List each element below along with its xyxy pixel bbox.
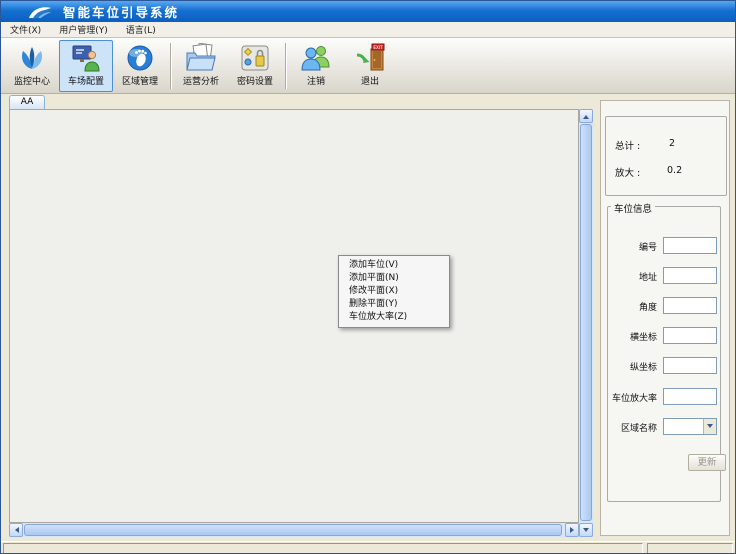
toolbar-button-logout[interactable]: 注销 <box>289 40 343 92</box>
scroll-down-button[interactable] <box>579 523 593 537</box>
toolbar-button-exit[interactable]: EXIT 退出 <box>343 40 397 92</box>
map-canvas[interactable] <box>9 109 579 523</box>
toolbar-button-label: 密码设置 <box>237 74 273 87</box>
up-arrow-icon <box>583 112 589 119</box>
stall-info-title: 车位信息 <box>611 201 655 215</box>
menu-language[interactable]: 语言(L) <box>117 22 165 37</box>
exit-icon: EXIT <box>354 43 386 73</box>
x-coordinate-input[interactable] <box>663 327 717 344</box>
svg-text:EXIT: EXIT <box>373 44 383 49</box>
total-value: 2 <box>669 138 675 149</box>
address-label: 地址 <box>607 270 657 283</box>
address-input[interactable] <box>663 267 717 284</box>
menu-file[interactable]: 文件(X) <box>1 22 50 37</box>
context-item-add-plane[interactable]: 添加平面(N) <box>339 272 449 285</box>
toolbar-button-label: 区域管理 <box>122 74 158 87</box>
y-coordinate-input[interactable] <box>663 357 717 374</box>
toolbar-button-parking-config[interactable]: 车场配置 <box>59 40 113 92</box>
angle-label: 角度 <box>607 300 657 313</box>
total-label: 总计 : <box>615 138 640 152</box>
status-cell-right <box>647 543 733 554</box>
app-logo-icon <box>27 4 53 20</box>
area-name-label: 区域名称 <box>607 421 657 434</box>
parking-config-icon <box>70 43 102 73</box>
toolbar-button-label: 运营分析 <box>183 74 219 87</box>
toolbar-button-label: 退出 <box>361 74 379 87</box>
monitor-center-icon <box>16 43 48 73</box>
zoom-label: 放大 : <box>615 165 640 179</box>
zoom-value: 0.2 <box>667 165 682 176</box>
toolbar-button-label: 车场配置 <box>68 74 104 87</box>
left-arrow-icon <box>12 527 19 533</box>
tab-strip: AA <box>1 94 593 109</box>
menu-bar: 文件(X)用户管理(Y)语言(L) <box>1 22 735 38</box>
menu-user-management[interactable]: 用户管理(Y) <box>50 22 117 37</box>
status-bar <box>1 541 736 554</box>
toolbar-button-label: 注销 <box>307 74 325 87</box>
context-item-stall-zoom[interactable]: 车位放大率(Z) <box>339 311 449 324</box>
stall-zoom-input[interactable] <box>663 388 717 405</box>
right-arrow-icon <box>570 527 577 533</box>
properties-panel: 总计 : 2 放大 : 0.2 车位信息 编号地址角度横坐标纵坐标车位放大率区域… <box>593 94 736 541</box>
dropdown-arrow-icon <box>703 419 716 434</box>
toolbar-button-password-settings[interactable]: 密码设置 <box>228 40 282 92</box>
update-button[interactable]: 更新 <box>688 454 726 471</box>
scroll-right-button[interactable] <box>565 523 579 537</box>
y-coordinate-label: 纵坐标 <box>607 360 657 373</box>
vertical-scroll-thumb[interactable] <box>580 124 592 521</box>
toolbar-button-operation-analysis[interactable]: 运营分析 <box>174 40 228 92</box>
context-menu: 添加车位(V)添加平面(N)修改平面(X)删除平面(Y)车位放大率(Z) <box>338 255 450 328</box>
area-manage-icon <box>124 43 156 73</box>
app-window: 智能车位引导系统 文件(X)用户管理(Y)语言(L) 监控中心 车场配置 区域管理 运… <box>0 0 736 554</box>
logout-icon <box>300 43 332 73</box>
toolbar-separator <box>170 43 171 89</box>
operation-analysis-icon <box>185 43 217 73</box>
horizontal-scrollbar[interactable] <box>9 523 579 537</box>
context-item-modify-plane[interactable]: 修改平面(X) <box>339 285 449 298</box>
context-item-delete-plane[interactable]: 删除平面(Y) <box>339 298 449 311</box>
horizontal-scroll-thumb[interactable] <box>24 524 562 536</box>
stats-box <box>605 116 727 196</box>
title-bar: 智能车位引导系统 <box>1 1 735 22</box>
window-title: 智能车位引导系统 <box>63 2 179 21</box>
toolbar-button-area-manage[interactable]: 区域管理 <box>113 40 167 92</box>
toolbar: 监控中心 车场配置 区域管理 运营分析 密码设置 注销 EXIT 退出 <box>1 38 735 94</box>
down-arrow-icon <box>583 528 589 535</box>
x-coordinate-label: 横坐标 <box>607 330 657 343</box>
stall-id-label: 编号 <box>607 240 657 253</box>
toolbar-button-monitor-center[interactable]: 监控中心 <box>5 40 59 92</box>
area-name-select[interactable] <box>663 418 717 435</box>
angle-input[interactable] <box>663 297 717 314</box>
context-item-add-stall[interactable]: 添加车位(V) <box>339 259 449 272</box>
tab-aa[interactable]: AA <box>9 95 45 109</box>
status-cell-left <box>3 543 643 554</box>
toolbar-separator <box>285 43 286 89</box>
vertical-scrollbar[interactable] <box>579 109 593 537</box>
password-settings-icon <box>239 43 271 73</box>
stall-zoom-label: 车位放大率 <box>607 391 657 404</box>
toolbar-button-label: 监控中心 <box>14 74 50 87</box>
scroll-left-button[interactable] <box>9 523 23 537</box>
scroll-up-button[interactable] <box>579 109 593 123</box>
stall-id-input[interactable] <box>663 237 717 254</box>
